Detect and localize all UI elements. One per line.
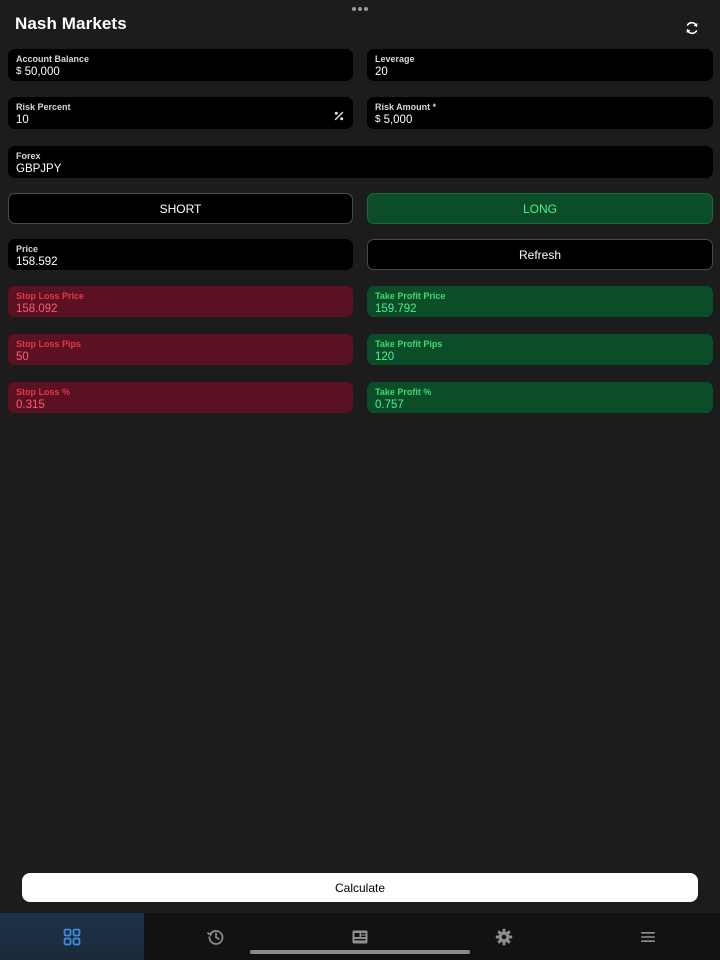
currency-symbol: $: [16, 66, 22, 77]
tab-dashboard[interactable]: [0, 913, 144, 960]
calculate-button[interactable]: Calculate: [22, 873, 698, 902]
currency-symbol: $: [375, 114, 381, 125]
take-profit-percent-field[interactable]: Take Profit % 0.757: [367, 382, 713, 413]
price-field[interactable]: Price 158.592: [8, 239, 353, 270]
sync-icon[interactable]: [684, 20, 700, 36]
risk-amount-input[interactable]: 5,000: [384, 113, 413, 127]
risk-percent-field[interactable]: Risk Percent 10: [8, 97, 353, 129]
take-profit-percent-label: Take Profit %: [375, 387, 432, 397]
tab-menu[interactable]: [576, 913, 720, 960]
risk-percent-label: Risk Percent: [16, 102, 71, 112]
account-balance-field[interactable]: Account Balance $ 50,000: [8, 49, 353, 81]
stop-loss-pips-input[interactable]: 50: [16, 350, 29, 364]
news-icon: [352, 930, 368, 943]
risk-amount-field[interactable]: Risk Amount * $ 5,000: [367, 97, 713, 129]
stop-loss-price-input[interactable]: 158.092: [16, 302, 58, 316]
account-balance-label: Account Balance: [16, 54, 90, 64]
grid-icon: [63, 928, 81, 945]
take-profit-percent-input[interactable]: 0.757: [375, 398, 404, 412]
refresh-button[interactable]: Refresh: [367, 239, 713, 270]
leverage-field[interactable]: Leverage 20: [367, 49, 713, 81]
stop-loss-price-field[interactable]: Stop Loss Price 158.092: [8, 286, 353, 317]
account-balance-input[interactable]: 50,000: [25, 65, 60, 79]
history-icon: [207, 929, 224, 945]
forex-pair-input[interactable]: GBPJPY: [16, 162, 61, 176]
stop-loss-pips-value: 50: [16, 350, 345, 364]
take-profit-pips-input[interactable]: 120: [375, 350, 394, 364]
risk-percent-value: 10: [16, 113, 345, 127]
stop-loss-percent-field[interactable]: Stop Loss % 0.315: [8, 382, 353, 413]
risk-amount-label: Risk Amount *: [375, 102, 437, 112]
take-profit-pips-label: Take Profit Pips: [375, 339, 443, 349]
dot: [364, 7, 368, 11]
take-profit-pips-field[interactable]: Take Profit Pips 120: [367, 334, 713, 365]
stop-loss-price-label: Stop Loss Price: [16, 291, 85, 301]
leverage-input[interactable]: 20: [375, 65, 388, 79]
percent-icon: [334, 111, 344, 121]
leverage-label: Leverage: [375, 54, 415, 64]
multitasking-dots[interactable]: [352, 6, 368, 12]
take-profit-price-value: 159.792: [375, 302, 705, 316]
menu-icon: [641, 931, 655, 942]
dot: [352, 7, 356, 11]
take-profit-price-label: Take Profit Price: [375, 291, 446, 301]
forex-field[interactable]: Forex GBPJPY: [8, 146, 713, 178]
stop-loss-percent-input[interactable]: 0.315: [16, 398, 45, 412]
stop-loss-percent-value: 0.315: [16, 398, 345, 412]
price-value: 158.592: [16, 255, 345, 269]
take-profit-price-input[interactable]: 159.792: [375, 302, 417, 316]
price-label: Price: [16, 244, 39, 254]
take-profit-price-field[interactable]: Take Profit Price 159.792: [367, 286, 713, 317]
stop-loss-percent-label: Stop Loss %: [16, 387, 71, 397]
forex-label: Forex: [16, 151, 41, 161]
long-button[interactable]: LONG: [367, 193, 713, 224]
account-balance-value: $ 50,000: [16, 65, 345, 79]
stop-loss-price-value: 158.092: [16, 302, 345, 316]
gear-icon: [495, 928, 513, 945]
price-input[interactable]: 158.592: [16, 255, 58, 269]
take-profit-percent-value: 0.757: [375, 398, 705, 412]
take-profit-pips-value: 120: [375, 350, 705, 364]
risk-percent-input[interactable]: 10: [16, 113, 29, 127]
risk-amount-value: $ 5,000: [375, 113, 705, 127]
stop-loss-pips-field[interactable]: Stop Loss Pips 50: [8, 334, 353, 365]
home-indicator[interactable]: [250, 950, 470, 954]
dot: [358, 7, 362, 11]
forex-value: GBPJPY: [16, 162, 705, 176]
short-button[interactable]: SHORT: [8, 193, 353, 224]
app-title: Nash Markets: [15, 14, 127, 33]
screen: Nash Markets Account Balance $ 50,000 Le…: [0, 0, 720, 960]
leverage-value: 20: [375, 65, 705, 79]
stop-loss-pips-label: Stop Loss Pips: [16, 339, 82, 349]
